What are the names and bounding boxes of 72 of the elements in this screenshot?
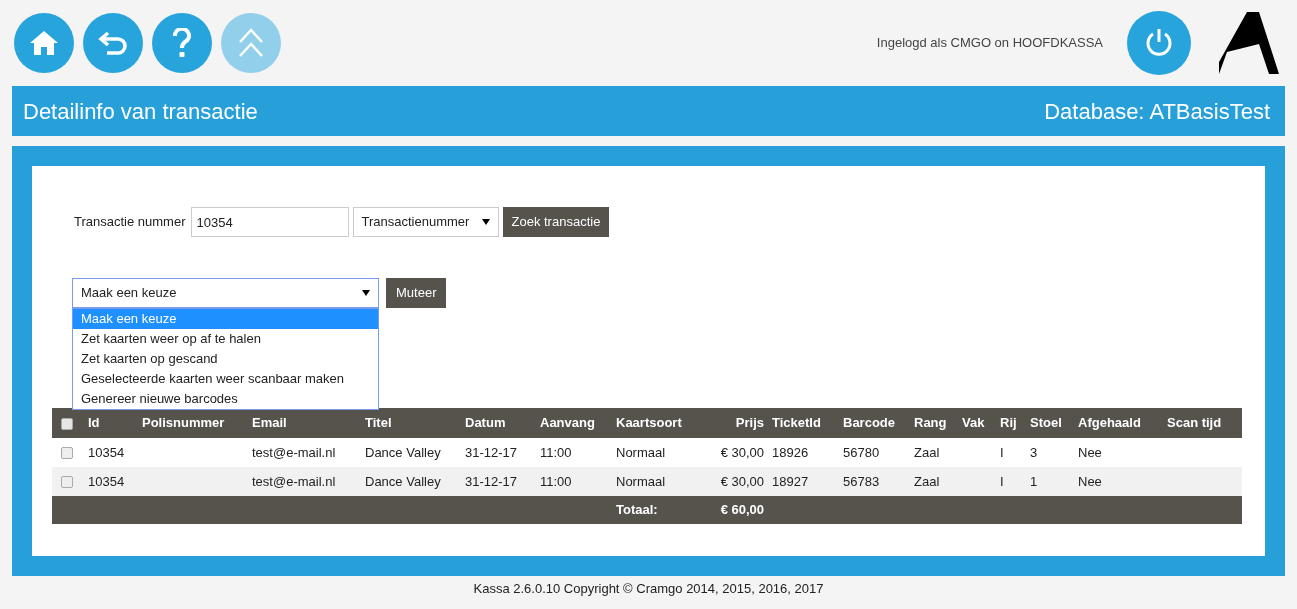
column-header: Polisnummer bbox=[136, 408, 246, 438]
nav-button[interactable] bbox=[152, 13, 212, 73]
mutate-button[interactable]: Muteer bbox=[386, 278, 447, 308]
total-amount: € 60,00 bbox=[720, 502, 764, 518]
table-cell: I bbox=[1000, 473, 1004, 489]
nav-button[interactable] bbox=[14, 13, 74, 73]
dropdown-option[interactable]: Zet kaarten op gescand bbox=[73, 349, 378, 369]
column-header: Rij bbox=[994, 408, 1024, 438]
table-cell: Normaal bbox=[616, 473, 666, 489]
table-cell: Nee bbox=[1078, 473, 1102, 489]
nav-button[interactable] bbox=[83, 13, 143, 73]
transaction-number-label: Transactie nummer bbox=[74, 213, 186, 232]
column-header: Datum bbox=[459, 408, 534, 438]
return-arrow-icon bbox=[98, 30, 128, 56]
table-cell: 56780 bbox=[843, 444, 880, 460]
column-header: Id bbox=[82, 408, 136, 438]
column-header: Stoel bbox=[1024, 408, 1072, 438]
table-cell: Zaal bbox=[914, 444, 940, 460]
dropdown-arrow-icon bbox=[481, 219, 490, 225]
table-cell: € 30,00 bbox=[720, 444, 764, 460]
database-label: Database: ATBasisTest bbox=[1044, 97, 1270, 126]
search-transaction-button[interactable]: Zoek transactie bbox=[502, 207, 610, 237]
table-cell: Zaal bbox=[914, 473, 940, 489]
column-header: Aanvang bbox=[534, 408, 610, 438]
column-header: Scan tijd bbox=[1161, 408, 1242, 438]
column-header: Vak bbox=[956, 408, 994, 438]
select-all-checkbox[interactable] bbox=[61, 417, 73, 430]
table-cell: 1 bbox=[1030, 473, 1038, 489]
table-cell: 11:00 bbox=[540, 444, 572, 460]
table-cell: 18926 bbox=[772, 444, 809, 460]
dropdown-option[interactable]: Geselecteerde kaarten weer scanbaar maken bbox=[73, 369, 378, 389]
table-cell: 31-12-17 bbox=[465, 444, 518, 460]
column-header: Afgehaald bbox=[1072, 408, 1161, 438]
dropdown-option[interactable]: Zet kaarten weer op af te halen bbox=[73, 329, 378, 349]
home-icon bbox=[29, 30, 59, 56]
column-header: Kaartsoort bbox=[610, 408, 700, 438]
login-status: Ingelogd als CMGO on HOOFDKASSA bbox=[876, 34, 1103, 53]
table-cell: 11:00 bbox=[540, 473, 572, 489]
column-header: Prijs bbox=[700, 408, 766, 438]
page-title: Detailinfo van transactie bbox=[23, 97, 258, 126]
double-chevron-up-icon bbox=[238, 28, 264, 58]
column-header: TicketId bbox=[766, 408, 837, 438]
table-cell: 3 bbox=[1030, 444, 1038, 460]
table-cell: Dance Valley bbox=[365, 473, 441, 489]
table-cell: 10354 bbox=[88, 444, 125, 460]
table-cell: I bbox=[1000, 444, 1004, 460]
table-cell: Normaal bbox=[616, 444, 666, 460]
table-cell: 56783 bbox=[843, 473, 880, 489]
action-select[interactable]: Maak een keuze bbox=[72, 278, 379, 308]
table-cell: Dance Valley bbox=[365, 444, 441, 460]
table-cell: 18927 bbox=[772, 473, 809, 489]
total-label: Totaal: bbox=[616, 502, 658, 518]
table-cell: € 30,00 bbox=[720, 473, 764, 489]
row-checkbox[interactable] bbox=[61, 447, 73, 460]
dropdown-arrow-icon bbox=[362, 290, 370, 296]
logo-icon bbox=[1219, 12, 1279, 74]
column-header: Rang bbox=[908, 408, 956, 438]
table-cell: test@e-mail.nl bbox=[252, 473, 336, 489]
column-header: Barcode bbox=[837, 408, 908, 438]
table-cell: 31-12-17 bbox=[465, 473, 518, 489]
help-icon bbox=[172, 28, 192, 58]
table-cell: test@e-mail.nl bbox=[252, 444, 336, 460]
footer-copyright: Kassa 2.6.0.10 Copyright © Cramgo 2014, 2015, 2016, 2017 bbox=[473, 581, 824, 596]
table-cell: Nee bbox=[1078, 444, 1102, 460]
row-checkbox[interactable] bbox=[61, 476, 73, 489]
column-header: Email bbox=[246, 408, 359, 438]
column-header: Titel bbox=[359, 408, 459, 438]
search-type-select[interactable]: Transactienummer bbox=[352, 207, 499, 237]
power-icon bbox=[1144, 27, 1174, 59]
transaction-number-field[interactable]: 10354 bbox=[190, 207, 349, 237]
dropdown-option[interactable]: Genereer nieuwe barcodes bbox=[73, 389, 378, 409]
table-cell: 10354 bbox=[88, 473, 125, 489]
